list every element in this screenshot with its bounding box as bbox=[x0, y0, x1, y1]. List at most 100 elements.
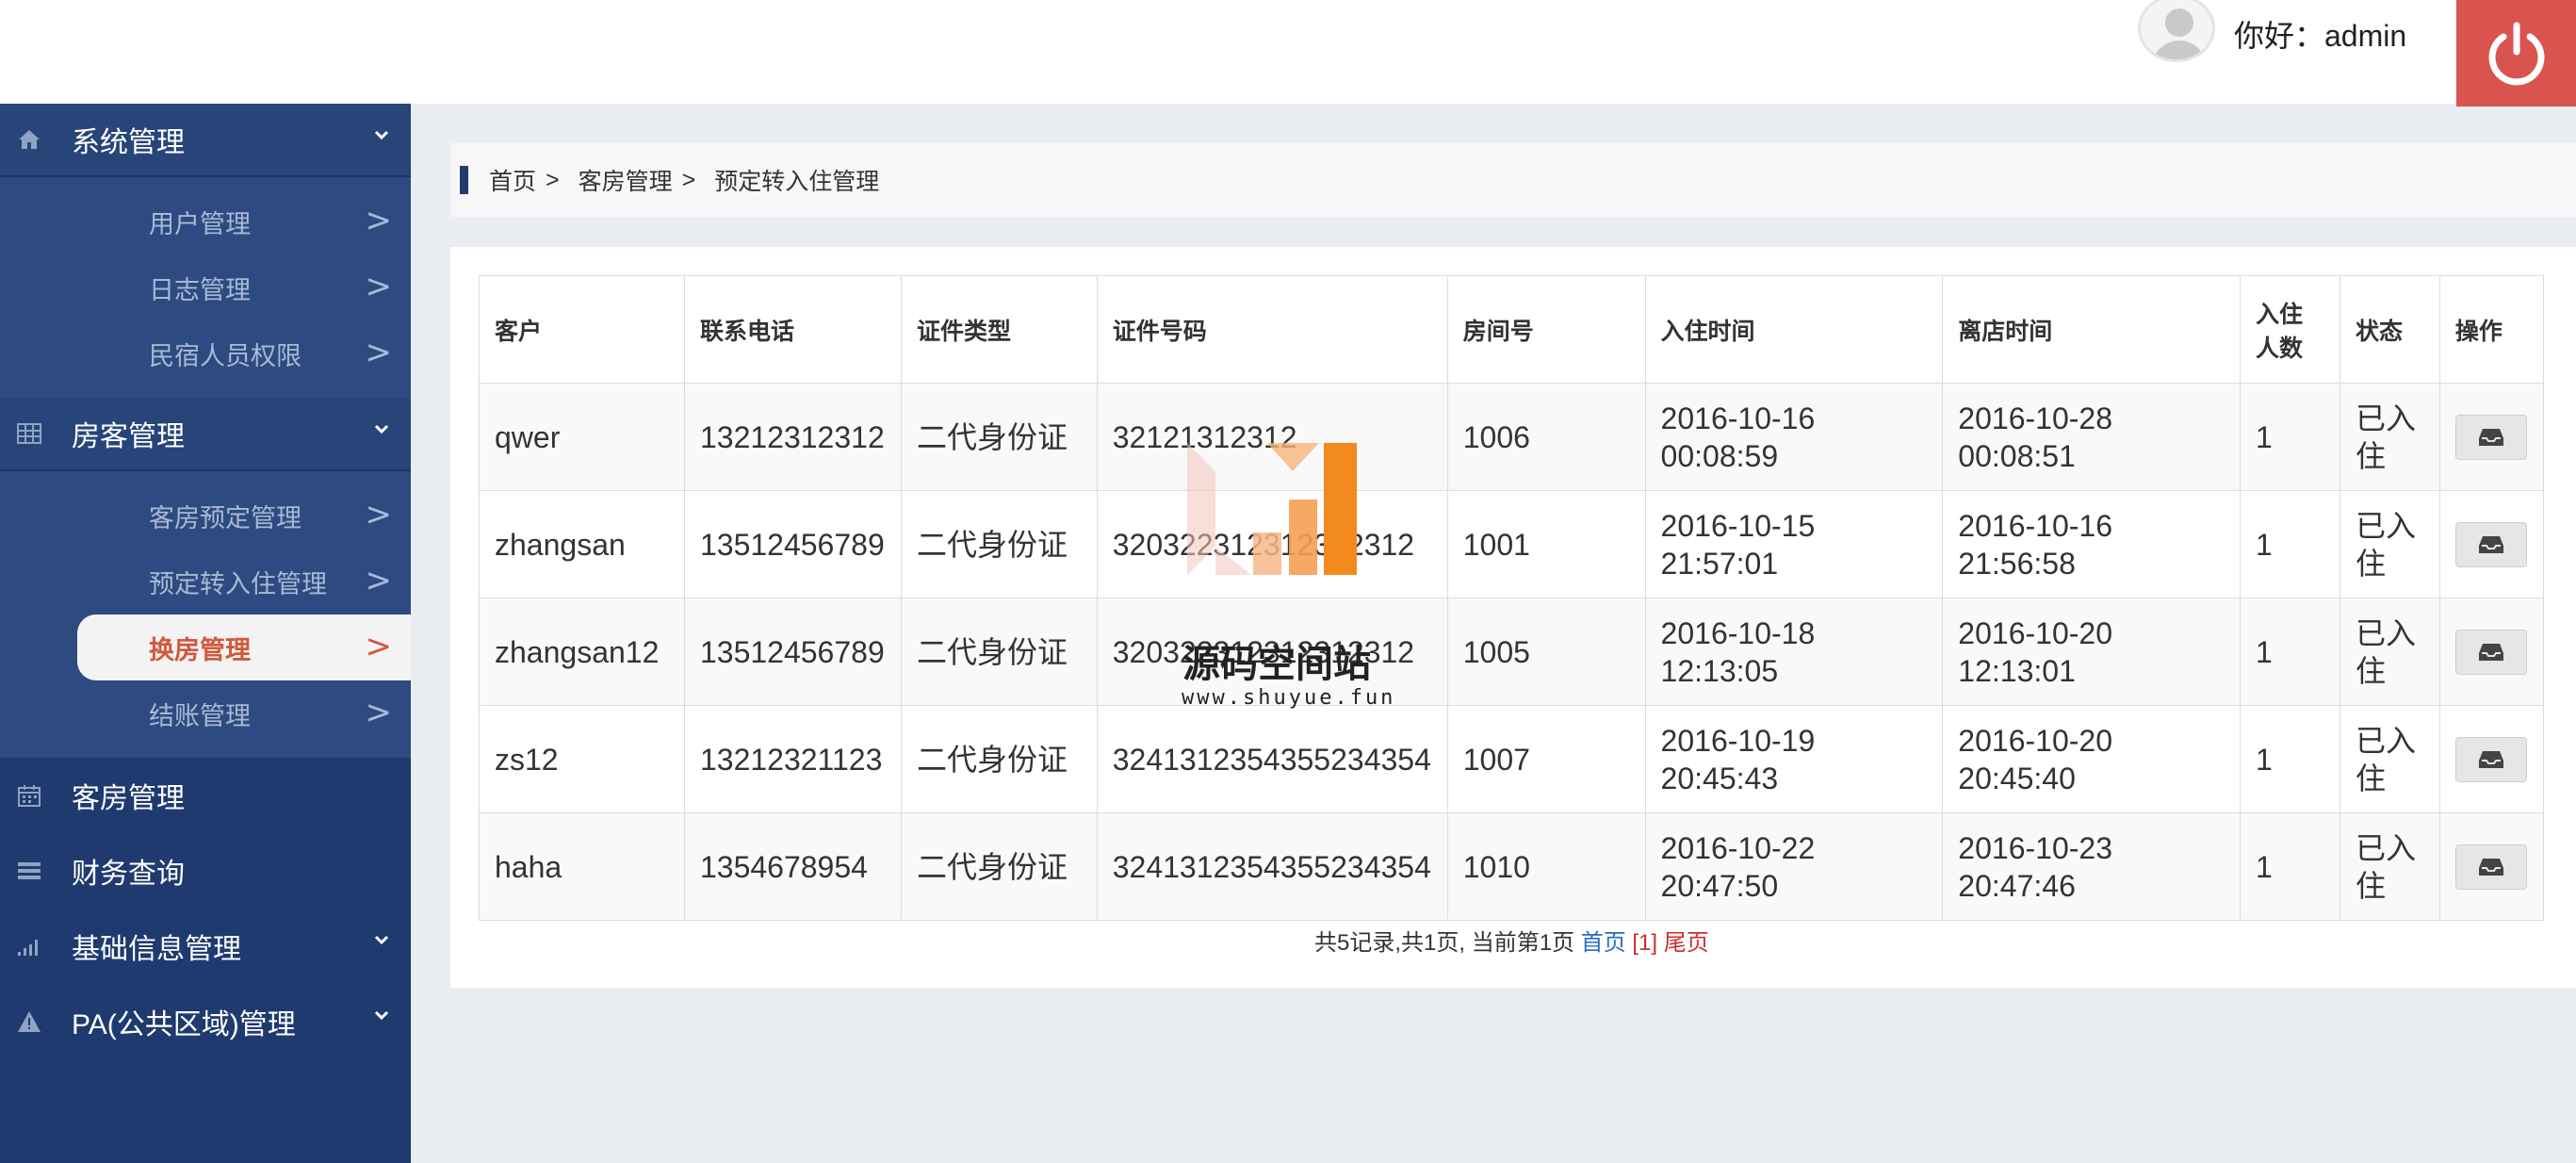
cell-id-type: 二代身份证 bbox=[900, 383, 1098, 491]
cell-id-number: 3241312354355234354 bbox=[1096, 705, 1448, 813]
cell-checkin-time-clock: 00:08:59 bbox=[1660, 438, 1779, 473]
cell-actions bbox=[2438, 490, 2545, 598]
cell-checkout-time-clock: 20:47:46 bbox=[1958, 868, 2076, 903]
sidebar-item-reservation-to-checkin[interactable]: 预定转入住管理 > bbox=[0, 549, 411, 614]
cell-checkout-time-date: 2016-10-20 bbox=[1958, 615, 2112, 650]
table-row: qwer 13212312312 二代身份证 32121312312 1006 2016-… bbox=[479, 383, 2545, 491]
column-header-id-type: 证件类型 bbox=[900, 275, 1098, 384]
cell-customer: haha bbox=[479, 812, 685, 921]
chevron-right-icon: > bbox=[365, 334, 393, 371]
column-header-room: 房间号 bbox=[1446, 275, 1646, 384]
cell-checkin-time: 2016-10-19 20:45:43 bbox=[1644, 705, 1944, 813]
cell-room: 1010 bbox=[1446, 812, 1646, 921]
cell-status: 已入住 bbox=[2339, 812, 2440, 921]
inbox-icon bbox=[2478, 643, 2503, 661]
cell-guests: 1 bbox=[2240, 383, 2340, 491]
sidebar-item-label: 日志管理 bbox=[149, 275, 251, 304]
cell-checkin-time-clock: 20:47:50 bbox=[1660, 868, 1779, 903]
submenu-guest: 客房预定管理 > 预定转入住管理 > 换房管理 > 结账管理 > bbox=[0, 471, 411, 758]
table-row: zhangsan13512456789二代身份证3203223123123123… bbox=[479, 490, 2545, 598]
cell-phone: 1354678954 bbox=[683, 812, 902, 921]
watermark-text: 源码空间站 bbox=[1182, 643, 1371, 686]
sidebar-item-user-management[interactable]: 用户管理 > bbox=[0, 188, 411, 254]
pagination-last-link[interactable]: 尾页 bbox=[1664, 930, 1709, 956]
column-header-phone: 联系电话 bbox=[683, 275, 902, 384]
sidebar: 系统管理 用户管理 > 日志管理 > 民宿人员权限 > 房客管理 客房预定管理 … bbox=[0, 104, 411, 1163]
sidebar-item-label: 用户管理 bbox=[149, 209, 251, 238]
table-icon bbox=[15, 419, 43, 448]
cell-checkout-time-date: 2016-10-23 bbox=[1958, 830, 2112, 865]
inbox-icon bbox=[2478, 535, 2503, 553]
sidebar-group-label: 房客管理 bbox=[72, 421, 185, 452]
chevron-right-icon: > bbox=[365, 496, 393, 533]
cell-phone: 13512456789 bbox=[683, 598, 902, 706]
cell-guests: 1 bbox=[2240, 705, 2340, 813]
sidebar-item-checkout[interactable]: 结账管理 > bbox=[0, 680, 411, 746]
cell-phone: 13212321123 bbox=[683, 705, 902, 813]
avatar[interactable] bbox=[2138, 0, 2215, 62]
cell-checkout-time: 2016-10-16 21:56:58 bbox=[1942, 490, 2242, 598]
column-header-checkout-time: 离店时间 bbox=[1942, 275, 2242, 384]
cell-room: 1006 bbox=[1446, 383, 1646, 491]
cell-checkin-time: 2016-10-22 20:47:50 bbox=[1644, 812, 1944, 921]
sidebar-group-label: PA(公共区域)管理 bbox=[72, 1009, 296, 1040]
cell-checkout-time-date: 2016-10-16 bbox=[1958, 508, 2112, 543]
cell-status: 已入住 bbox=[2339, 598, 2440, 706]
sidebar-group-rooms[interactable]: 客房管理 bbox=[0, 758, 411, 833]
cell-checkin-time-date: 2016-10-15 bbox=[1660, 508, 1816, 543]
cell-room: 1001 bbox=[1446, 490, 1646, 598]
breadcrumb-current: 预定转入住管理 bbox=[714, 169, 880, 195]
cell-phone: 13212312312 bbox=[683, 383, 902, 491]
cell-checkout-time: 2016-10-28 00:08:51 bbox=[1942, 383, 2242, 491]
checkin-action-button[interactable] bbox=[2454, 844, 2527, 890]
checkin-action-button[interactable] bbox=[2454, 521, 2527, 567]
pagination-first-link[interactable]: 首页 bbox=[1581, 930, 1626, 956]
cell-actions bbox=[2438, 598, 2545, 706]
cell-actions bbox=[2438, 812, 2545, 921]
checkin-action-button[interactable] bbox=[2454, 414, 2527, 460]
sidebar-group-public-area[interactable]: PA(公共区域)管理 bbox=[0, 984, 411, 1059]
sidebar-group-label: 基础信息管理 bbox=[72, 934, 241, 965]
breadcrumb-rooms[interactable]: 客房管理 bbox=[579, 163, 673, 197]
breadcrumb-home[interactable]: 首页 bbox=[489, 163, 536, 197]
chevron-down-icon bbox=[374, 130, 389, 140]
sidebar-item-staff-permissions[interactable]: 民宿人员权限 > bbox=[0, 320, 411, 386]
calendar-icon bbox=[15, 781, 43, 810]
pagination-summary: 共5记录,共1页, 当前第1页 bbox=[1314, 930, 1575, 956]
signal-icon bbox=[15, 932, 43, 960]
cell-checkout-time-date: 2016-10-28 bbox=[1958, 401, 2112, 435]
sidebar-group-label: 财务查询 bbox=[72, 859, 185, 890]
reservation-table: 客户 联系电话 证件类型 证件号码 房间号 入住时间 离店时间 入住人数 状态 … bbox=[479, 275, 2545, 921]
sidebar-item-label: 换房管理 bbox=[149, 635, 251, 664]
chevron-down-icon bbox=[374, 424, 389, 434]
cell-checkin-time: 2016-10-18 12:13:05 bbox=[1644, 598, 1944, 706]
column-header-customer: 客户 bbox=[479, 275, 685, 384]
sidebar-group-guest[interactable]: 房客管理 bbox=[0, 398, 411, 471]
power-icon bbox=[2488, 22, 2544, 85]
sidebar-item-log-management[interactable]: 日志管理 > bbox=[0, 254, 411, 320]
sidebar-item-room-change[interactable]: 换房管理 > bbox=[77, 614, 411, 680]
sidebar-group-system[interactable]: 系统管理 bbox=[0, 104, 411, 177]
watermark-url: www.shuyue.fun bbox=[1182, 686, 1396, 710]
cell-id-type: 二代身份证 bbox=[900, 490, 1098, 598]
logout-button[interactable] bbox=[2456, 0, 2576, 106]
main-panel: 客户 联系电话 证件类型 证件号码 房间号 入住时间 离店时间 入住人数 状态 … bbox=[450, 247, 2576, 988]
sidebar-group-finance[interactable]: 财务查询 bbox=[0, 833, 411, 909]
sidebar-group-basic-info[interactable]: 基础信息管理 bbox=[0, 909, 411, 984]
cell-id-type: 二代身份证 bbox=[900, 598, 1098, 706]
checkin-action-button[interactable] bbox=[2454, 629, 2527, 675]
cell-guests: 1 bbox=[2240, 598, 2340, 706]
cell-id-number: 3241312354355234354 bbox=[1096, 812, 1448, 921]
cell-checkin-time-clock: 21:57:01 bbox=[1660, 546, 1779, 581]
cell-checkin-time-date: 2016-10-22 bbox=[1660, 830, 1816, 865]
cell-id-type: 二代身份证 bbox=[900, 705, 1098, 813]
checkin-action-button[interactable] bbox=[2454, 736, 2527, 782]
cell-customer: zhangsan12 bbox=[479, 598, 685, 706]
inbox-icon bbox=[2478, 858, 2503, 876]
user-greeting: 你好：admin bbox=[2234, 19, 2407, 53]
sidebar-group-label: 系统管理 bbox=[72, 127, 185, 158]
column-header-checkin-time: 入住时间 bbox=[1644, 275, 1944, 384]
sidebar-item-room-reservation[interactable]: 客房预定管理 > bbox=[0, 483, 411, 549]
chevron-down-icon bbox=[374, 1010, 389, 1021]
cell-checkin-time-date: 2016-10-19 bbox=[1660, 723, 1816, 758]
